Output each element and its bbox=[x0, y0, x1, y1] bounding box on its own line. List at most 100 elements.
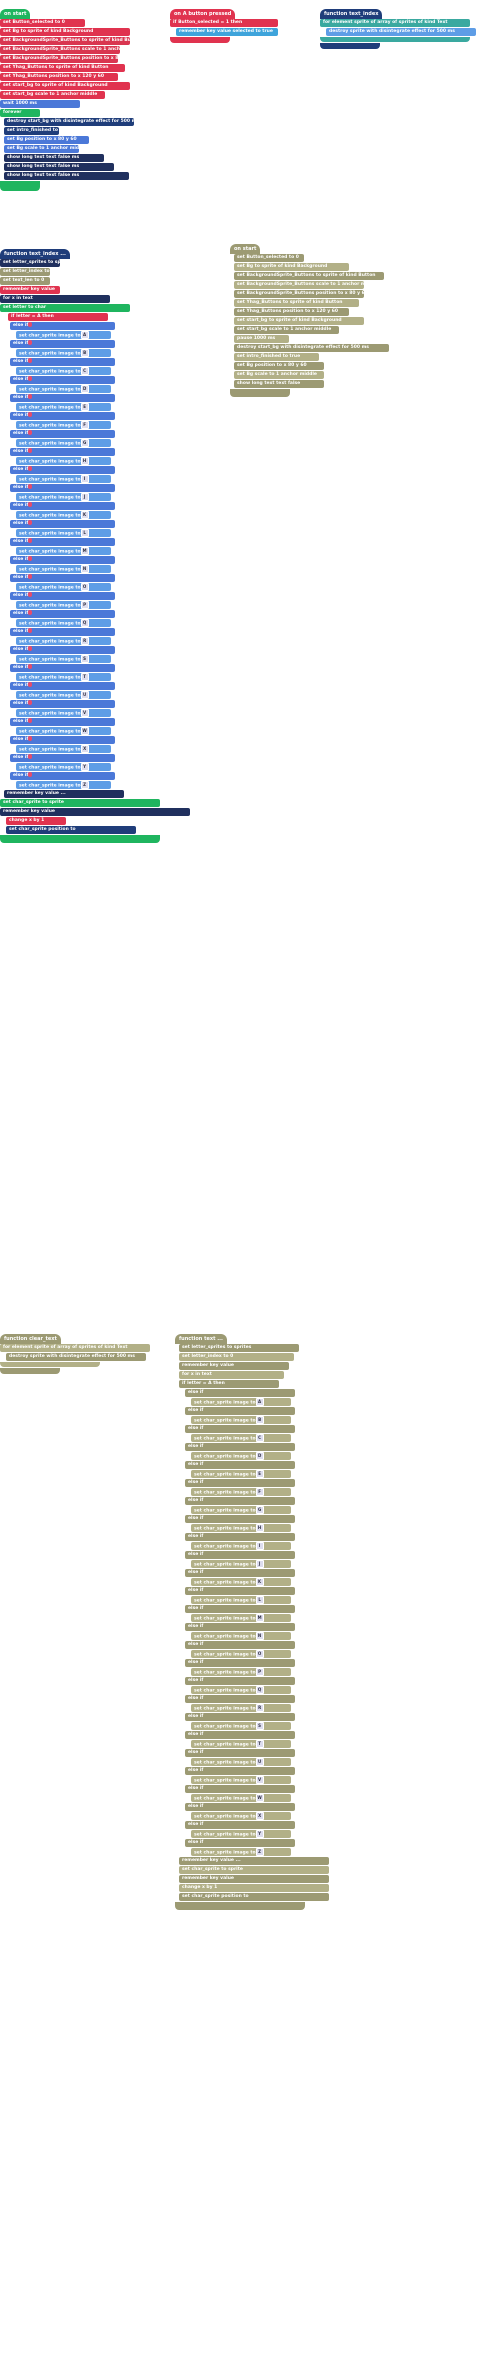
set-image-X[interactable]: set char_sprite image to X bbox=[16, 745, 111, 753]
disabled-letter-if-I[interactable]: else if bbox=[185, 1533, 295, 1541]
set-image-H[interactable]: set char_sprite image to H bbox=[16, 457, 111, 465]
on-start-block-1[interactable]: set Bg to sprite of kind Background bbox=[0, 28, 130, 36]
letter-if-C[interactable]: else if bbox=[10, 358, 115, 366]
disabled-set-image-Q[interactable]: set char_sprite image to Q bbox=[191, 1686, 291, 1694]
on-start-block-14[interactable]: set Bg scale to 1 anchor middle bbox=[4, 145, 79, 153]
disabled-function-tail-4[interactable]: set char_sprite position to bbox=[179, 1893, 329, 1901]
on-start-block-13[interactable]: set Bg position to x 80 y 60 bbox=[4, 136, 89, 144]
letter-if-H[interactable]: else if bbox=[10, 448, 115, 456]
function-text-block-5[interactable]: set letter to char bbox=[0, 304, 130, 312]
disabled-letter-if-K[interactable]: else if bbox=[185, 1569, 295, 1577]
letter-if-J[interactable]: else if bbox=[10, 484, 115, 492]
disabled-letter-if-F[interactable]: else if bbox=[185, 1479, 295, 1487]
disabled-destroy[interactable]: destroy sprite with disintegrate effect … bbox=[6, 1353, 146, 1361]
set-image-I[interactable]: set char_sprite image to I bbox=[16, 475, 111, 483]
letter-if-I[interactable]: else if bbox=[10, 466, 115, 474]
function-text-tail-0[interactable]: remember key value ... bbox=[4, 790, 124, 798]
set-image-W[interactable]: set char_sprite image to W bbox=[16, 727, 111, 735]
disabled-letter-if-G[interactable]: else if bbox=[185, 1497, 295, 1505]
function-text-block-1[interactable]: set letter_index to 0 bbox=[0, 268, 50, 276]
disabled-function-text-hat[interactable]: function text ... bbox=[175, 1334, 227, 1344]
set-image-F[interactable]: set char_sprite image to F bbox=[16, 421, 111, 429]
destroy-block[interactable]: destroy sprite with disintegrate effect … bbox=[326, 28, 476, 36]
disabled-set-image-H[interactable]: set char_sprite image to H bbox=[191, 1524, 291, 1532]
function-text-tail-4[interactable]: set char_sprite position to bbox=[6, 826, 136, 834]
disabled-on-start-block-5[interactable]: set Yhag_Buttons to sprite of kind Butto… bbox=[234, 299, 359, 307]
disabled-letter-if-C[interactable]: else if bbox=[185, 1425, 295, 1433]
disabled-set-image-A[interactable]: set char_sprite image to A bbox=[191, 1398, 291, 1406]
on-start-stack[interactable]: on start set Button_selected to 0 set Bg … bbox=[0, 0, 135, 192]
set-image-Z[interactable]: set char_sprite image to Z bbox=[16, 781, 111, 789]
letter-if-N[interactable]: else if bbox=[10, 556, 115, 564]
letter-if-R[interactable]: else if bbox=[10, 628, 115, 636]
disabled-letter-if-Y[interactable]: else if bbox=[185, 1821, 295, 1829]
letter-if-D[interactable]: else if bbox=[10, 376, 115, 384]
set-image-N[interactable]: set char_sprite image to N bbox=[16, 565, 111, 573]
letter-if-L[interactable]: else if bbox=[10, 520, 115, 528]
letter-if-W[interactable]: else if bbox=[10, 718, 115, 726]
disabled-set-image-P[interactable]: set char_sprite image to P bbox=[191, 1668, 291, 1676]
on-start-block-8[interactable]: set start_bg scale to 1 anchor middle bbox=[0, 91, 105, 99]
disabled-on-start-block-6[interactable]: set Yhag_Buttons position to x 120 y 60 bbox=[234, 308, 349, 316]
disabled-set-image-R[interactable]: set char_sprite image to R bbox=[191, 1704, 291, 1712]
disabled-function-block-1[interactable]: set letter_index to 0 bbox=[179, 1353, 294, 1361]
disabled-on-start-block-1[interactable]: set Bg to sprite of kind Background bbox=[234, 263, 349, 271]
set-image-J[interactable]: set char_sprite image to J bbox=[16, 493, 111, 501]
disabled-letter-if-Z[interactable]: else if bbox=[185, 1839, 295, 1847]
set-image-M[interactable]: set char_sprite image to M bbox=[16, 547, 111, 555]
disabled-on-start-block-8[interactable]: set start_bg scale to 1 anchor middle bbox=[234, 326, 339, 334]
disabled-on-start-block-9[interactable]: pause 1000 ms bbox=[234, 335, 289, 343]
set-image-O[interactable]: set char_sprite image to O bbox=[16, 583, 111, 591]
on-start-block-3[interactable]: set BackgroundSprite_Buttons scale to 1 … bbox=[0, 46, 120, 54]
set-image-G[interactable]: set char_sprite image to G bbox=[16, 439, 111, 447]
disabled-letter-if-X[interactable]: else if bbox=[185, 1803, 295, 1811]
disabled-letter-if-D[interactable]: else if bbox=[185, 1443, 295, 1451]
function-text-block-4[interactable]: for x in text bbox=[0, 295, 110, 303]
disabled-function-block-3[interactable]: for x in text bbox=[179, 1371, 284, 1379]
letter-if-Z[interactable]: else if bbox=[10, 772, 115, 780]
letter-if-E[interactable]: else if bbox=[10, 394, 115, 402]
function-text-index-stack[interactable]: function text_index for element sprite o… bbox=[320, 0, 480, 50]
disabled-function-tail-0[interactable]: remember key value ... bbox=[179, 1857, 329, 1865]
a-button-hat[interactable]: on A button pressed bbox=[170, 9, 236, 19]
disabled-letter-if-O[interactable]: else if bbox=[185, 1641, 295, 1649]
disabled-letter-if-H[interactable]: else if bbox=[185, 1515, 295, 1523]
letter-if-X[interactable]: else if bbox=[10, 736, 115, 744]
function-text-block-0[interactable]: set letter_sprites to sprites bbox=[0, 259, 60, 267]
if-block[interactable]: if Button_selected = 1 then bbox=[170, 19, 278, 27]
letter-if-O[interactable]: else if bbox=[10, 574, 115, 582]
disabled-letter-if-W[interactable]: else if bbox=[185, 1785, 295, 1793]
disabled-clear-text-hat[interactable]: function clear_text bbox=[0, 1334, 61, 1344]
on-start-block-12[interactable]: set intro_finished to true bbox=[4, 127, 59, 135]
disabled-set-image-C[interactable]: set char_sprite image to C bbox=[191, 1434, 291, 1442]
disabled-set-image-I[interactable]: set char_sprite image to I bbox=[191, 1542, 291, 1550]
letter-if-M[interactable]: else if bbox=[10, 538, 115, 546]
set-image-T[interactable]: set char_sprite image to T bbox=[16, 673, 111, 681]
set-image-K[interactable]: set char_sprite image to K bbox=[16, 511, 111, 519]
set-image-E[interactable]: set char_sprite image to E bbox=[16, 403, 111, 411]
disabled-on-start-block-13[interactable]: set Bg scale to 1 anchor middle bbox=[234, 371, 324, 379]
letter-if-A[interactable]: else if bbox=[10, 322, 115, 330]
on-start-block-10[interactable]: forever bbox=[0, 109, 40, 117]
letter-if-K[interactable]: else if bbox=[10, 502, 115, 510]
set-image-L[interactable]: set char_sprite image to L bbox=[16, 529, 111, 537]
disabled-on-start-block-12[interactable]: set Bg position to x 80 y 60 bbox=[234, 362, 324, 370]
on-start-block-15[interactable]: show long text text false ms bbox=[4, 154, 104, 162]
disabled-on-start-stack[interactable]: on start set Button_selected to 0 set Bg … bbox=[230, 235, 395, 398]
disabled-set-image-D[interactable]: set char_sprite image to D bbox=[191, 1452, 291, 1460]
on-start-block-4[interactable]: set BackgroundSprite_Buttons position to… bbox=[0, 55, 118, 63]
disabled-set-image-W[interactable]: set char_sprite image to W bbox=[191, 1794, 291, 1802]
disabled-letter-if-S[interactable]: else if bbox=[185, 1713, 295, 1721]
disabled-set-image-L[interactable]: set char_sprite image to L bbox=[191, 1596, 291, 1604]
remember-key-block[interactable]: remember key value selected to true bbox=[176, 28, 278, 36]
disabled-set-image-F[interactable]: set char_sprite image to F bbox=[191, 1488, 291, 1496]
letter-if-B[interactable]: else if bbox=[10, 340, 115, 348]
disabled-on-start-block-11[interactable]: set intro_finished to true bbox=[234, 353, 319, 361]
function-text-block-6[interactable]: if letter = A then bbox=[8, 313, 108, 321]
letter-if-Y[interactable]: else if bbox=[10, 754, 115, 762]
disabled-letter-if-T[interactable]: else if bbox=[185, 1731, 295, 1739]
disabled-letter-if-Q[interactable]: else if bbox=[185, 1677, 295, 1685]
on-start-block-7[interactable]: set start_bg to sprite of kind Backgroun… bbox=[0, 82, 130, 90]
set-image-Q[interactable]: set char_sprite image to Q bbox=[16, 619, 111, 627]
function-text-block-2[interactable]: set text_len to 0 bbox=[0, 277, 50, 285]
